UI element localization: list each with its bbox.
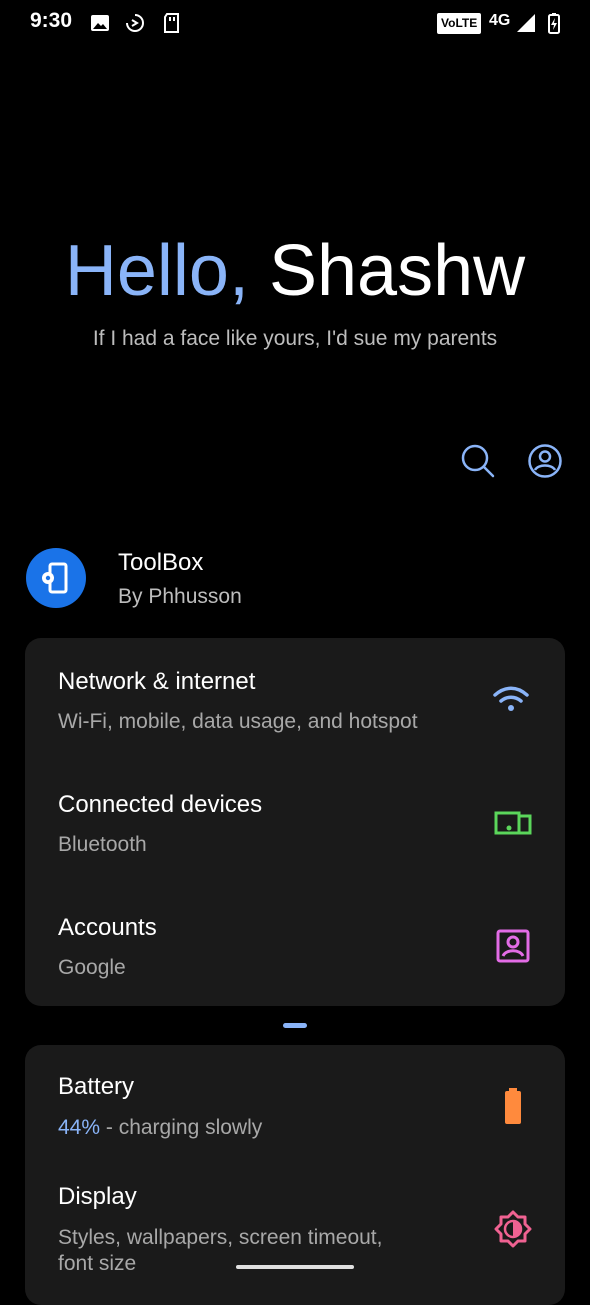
- gesture-nav-handle[interactable]: [236, 1265, 354, 1269]
- account-circle-icon[interactable]: [527, 443, 563, 479]
- wifi-icon: [493, 686, 529, 711]
- user-name: Shashw: [268, 231, 526, 311]
- item-title: Display: [58, 1183, 137, 1210]
- item-subtitle: Styles, wallpapers, screen timeout,: [58, 1226, 383, 1249]
- settings-card-connectivity: Network & internet Wi-Fi, mobile, data u…: [25, 638, 565, 1006]
- item-subtitle: Bluetooth: [58, 833, 147, 856]
- suggestion-title: ToolBox: [118, 549, 204, 576]
- greeting-word: Hello,: [64, 231, 249, 311]
- search-icon[interactable]: [460, 443, 496, 479]
- item-subtitle: Wi-Fi, mobile, data usage, and hotspot: [58, 710, 418, 733]
- settings-item-accounts[interactable]: Accounts Google: [25, 884, 565, 1006]
- toolbox-suggestion[interactable]: ToolBox By Phhusson: [0, 540, 590, 620]
- battery-percentage: 44%: [58, 1116, 101, 1139]
- battery-icon: [505, 1088, 521, 1124]
- item-subtitle: Google: [58, 956, 126, 979]
- battery-charging-icon: [548, 13, 560, 34]
- sd-card-icon: [164, 13, 179, 33]
- brightness-icon: [494, 1210, 532, 1248]
- item-subtitle: 44% - charging slowly: [58, 1116, 262, 1140]
- volte-indicator: VoLTE: [437, 13, 482, 34]
- phone-settings-icon: [42, 562, 68, 594]
- status-time: 9:30: [30, 9, 73, 32]
- sync-icon: [126, 14, 144, 32]
- account-box-icon: [496, 929, 530, 963]
- item-title: Network & internet: [58, 668, 256, 695]
- settings-item-network[interactable]: Network & internet Wi-Fi, mobile, data u…: [25, 638, 565, 760]
- item-title: Battery: [58, 1073, 135, 1100]
- group-divider-handle: [283, 1023, 307, 1028]
- signal-icon: [517, 14, 535, 32]
- image-icon: [91, 15, 109, 31]
- network-type: 4G: [489, 12, 511, 29]
- item-title: Connected devices: [58, 791, 263, 818]
- settings-item-connected-devices[interactable]: Connected devices Bluetooth: [25, 761, 565, 883]
- item-title: Accounts: [58, 914, 157, 941]
- item-subtitle-line2: font size: [58, 1252, 137, 1275]
- settings-item-battery[interactable]: Battery 44% - charging slowly: [25, 1045, 565, 1157]
- suggestion-subtitle: By Phhusson: [118, 585, 242, 608]
- devices-icon: [494, 811, 532, 835]
- toolbox-app-icon: [26, 548, 86, 608]
- battery-status: - charging slowly: [100, 1116, 263, 1139]
- greeting-heading: Hello, Shashw: [0, 230, 590, 312]
- greeting-subtitle: If I had a face like yours, I'd sue my p…: [92, 327, 498, 350]
